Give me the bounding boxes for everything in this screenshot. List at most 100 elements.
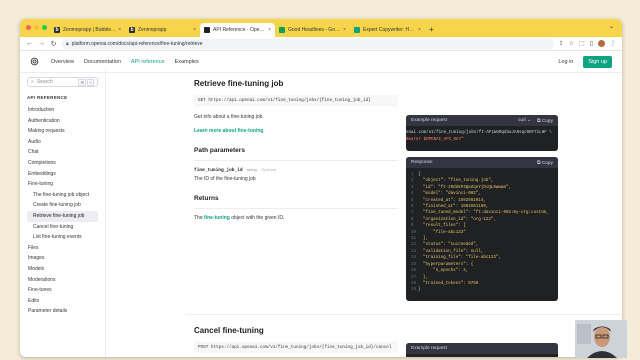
code-line: 7 "fine_tuned_model": "ft:davinci-002:my… <box>411 211 549 216</box>
response-panel: Response ⧉ Copy 1{2 "object": "fine_tuni… <box>406 157 558 301</box>
sidebar-item[interactable]: Fine-tuning <box>27 179 98 190</box>
reload-icon[interactable]: ↻ <box>50 40 57 48</box>
search-input[interactable]: ⌕ Search ⌘ K <box>27 77 98 87</box>
description-text: Get info about a fine-tuning job. <box>194 114 264 120</box>
param-required: Optional <box>261 167 277 172</box>
tab-close-icon[interactable]: × <box>343 27 346 33</box>
example-request-title: Example request <box>411 118 447 123</box>
search-icon: ⌕ <box>31 79 34 85</box>
request-line-2: Bearer $OPENAI_API_KEY" <box>406 137 464 142</box>
nav-link[interactable]: Documentation <box>84 59 121 65</box>
tab-favicon-icon <box>279 27 285 33</box>
sidebar-item[interactable]: The fine-tuning job object <box>27 190 98 201</box>
request-line-1: enai.com/v1/fine_tuning/jobs/ft-AF1WoRqd… <box>406 131 552 135</box>
param-type: string <box>247 167 257 172</box>
section-title: Retrieve fine-tuning job <box>194 79 284 88</box>
sidebar-item[interactable]: Making requests <box>27 126 98 137</box>
sidebar-item[interactable]: Embeddings <box>27 169 98 180</box>
url-text: platform.openai.com/docs/api-reference/f… <box>71 40 203 47</box>
tab-favicon-icon <box>204 27 210 33</box>
openai-logo-icon[interactable] <box>30 57 39 66</box>
webcam-overlay <box>575 320 627 358</box>
sidebar-item[interactable]: Edits <box>27 296 98 307</box>
example-request-panel: Example request curl ⌄ ⧉ Copy enai.com/v… <box>406 115 558 151</box>
sidebar-item[interactable]: Files <box>27 243 98 254</box>
fine-tuning-object-link[interactable]: fine-tuning <box>204 215 230 221</box>
share-icon[interactable]: ⇪ <box>559 40 564 47</box>
browser-tab[interactable]: Expert Copywriter: Headline &...× <box>350 23 425 37</box>
tab-favicon-icon: b <box>129 27 135 33</box>
tab-favicon-icon: b <box>54 27 60 33</box>
browser-tab[interactable]: bZenmoprapp | Bubble Editor× <box>50 23 125 37</box>
nav-link[interactable]: Overview <box>51 59 74 65</box>
sidebar-item[interactable]: Fine-tunes <box>27 285 98 296</box>
path-params-title: Path parameters <box>194 147 245 154</box>
endpoint-url: GET https://api.openai.com/v1/fine_tunin… <box>194 95 398 106</box>
tab-title: API Reference - OpenAI API <box>213 27 267 33</box>
nav-link[interactable]: API reference <box>131 59 165 65</box>
response-title: Response <box>411 160 433 165</box>
tab-title: Good Headlines - Google Sheets <box>288 27 341 33</box>
returns-title: Returns <box>194 195 219 202</box>
address-bar[interactable]: 🔒︎ platform.openai.com/docs/api-referenc… <box>62 38 554 49</box>
lock-icon: 🔒︎ <box>66 40 69 47</box>
bookmark-star-icon[interactable]: ☆ <box>569 40 574 47</box>
tab-strip: bZenmoprapp | Bubble Editor×bZenmoprapp×… <box>20 19 622 37</box>
browser-window: bZenmoprapp | Bubble Editor×bZenmoprapp×… <box>20 19 622 357</box>
browser-tab[interactable]: API Reference - OpenAI API× <box>200 23 275 37</box>
keyboard-shortcut: ⌘ K <box>78 78 94 86</box>
tab-title: Zenmoprapp | Bubble Editor <box>63 27 116 33</box>
code-line: 19} <box>411 288 421 293</box>
window-controls[interactable] <box>26 25 47 30</box>
signup-button[interactable]: Sign up <box>583 55 612 68</box>
forward-arrow-icon[interactable]: → <box>38 40 45 47</box>
sidebar-item[interactable]: Retrieve fine-tuning job <box>27 210 98 222</box>
sidebar-heading: API REFERENCE <box>27 95 68 100</box>
back-arrow-icon[interactable]: ← <box>26 40 33 47</box>
profile-avatar[interactable] <box>598 40 605 47</box>
example-request-panel-2: Example request <box>406 343 558 357</box>
copy-button[interactable]: ⧉ Copy <box>537 118 553 124</box>
sidebar-item[interactable]: Models <box>27 264 98 275</box>
browser-tab[interactable]: b Zenmoprapp × <box>125 23 200 37</box>
sidebar-item[interactable]: Completions <box>27 158 98 169</box>
extensions-icon[interactable]: ⬚ <box>579 40 585 47</box>
top-nav: Overview Documentation API reference Exampl… <box>51 59 209 65</box>
sidebar-item[interactable]: Authentication <box>27 116 98 127</box>
sidebar-item[interactable]: Create fine-tuning job <box>27 200 98 211</box>
sidebar-item[interactable]: Cancel fine-tuning <box>27 222 98 233</box>
sidebar-item[interactable]: Moderations <box>27 275 98 286</box>
example-request-title-2: Example request <box>411 346 447 351</box>
param-name: fine_tuning_job_id <box>194 168 243 173</box>
sidebar-item[interactable]: List fine-tuning events <box>27 232 98 243</box>
presenter-image <box>575 320 627 358</box>
sidebar-item[interactable]: Audio <box>27 137 98 148</box>
copy-response-button[interactable]: ⧉ Copy <box>537 160 553 166</box>
new-tab-button[interactable]: + <box>429 25 434 34</box>
sidebar-item[interactable]: Introduction <box>27 105 98 116</box>
login-link[interactable]: Log in <box>558 59 573 65</box>
tab-search-chevron-icon[interactable]: ⌄ <box>609 23 614 30</box>
sidebar-item[interactable]: Chat <box>27 147 98 158</box>
cancel-endpoint-url: POST https://api.openai.com/v1/fine_tuni… <box>194 342 398 353</box>
retrieve-section: Retrieve fine-tuning job GET https://api… <box>194 79 398 229</box>
language-select[interactable]: curl ⌄ <box>518 118 531 123</box>
returns-text: The fine-tuning object with the given ID… <box>194 215 285 221</box>
tab-close-icon[interactable]: × <box>418 27 421 33</box>
tab-close-icon[interactable]: × <box>118 27 121 33</box>
sidebar-item[interactable]: Images <box>27 253 98 264</box>
sidebar-panel-icon[interactable]: ▯ <box>590 40 593 47</box>
tab-close-icon[interactable]: × <box>193 27 196 33</box>
tab-title: Expert Copywriter: Headline &... <box>363 27 416 33</box>
learn-more-link[interactable]: Learn more about fine-tuning <box>194 128 398 135</box>
tab-title: Zenmoprapp <box>138 27 167 33</box>
sidebar-item[interactable]: Parameter details <box>27 306 98 317</box>
response-code: 1{2 "object": "fine_tuning.job", 3 "id": … <box>406 168 558 298</box>
api-sidebar: ⌕ Search ⌘ K API REFERENCE Introduction Au… <box>20 69 106 357</box>
browser-toolbar: ← → ↻ 🔒︎ platform.openai.com/docs/api-re… <box>20 37 622 51</box>
browser-menu-icon[interactable]: ⋮ <box>610 40 616 47</box>
nav-link[interactable]: Examples <box>175 59 199 65</box>
tab-favicon-icon <box>354 27 360 33</box>
tab-close-icon[interactable]: × <box>268 27 271 33</box>
browser-tab[interactable]: Good Headlines - Google Sheets× <box>275 23 350 37</box>
